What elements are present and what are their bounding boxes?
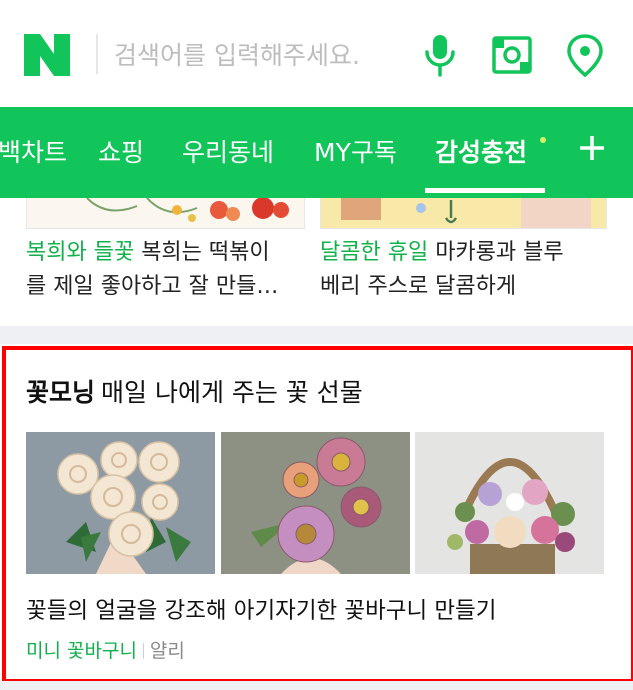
camera-lens-icon[interactable] <box>490 32 534 78</box>
section-subtitle: 매일 나에게 주는 꽃 선물 <box>101 378 363 407</box>
plus-icon[interactable] <box>574 130 610 166</box>
tab-emotion-charge[interactable]: 감성충전 <box>435 107 527 198</box>
search-header <box>0 0 633 107</box>
bottom-separator <box>0 681 633 690</box>
microphone-icon[interactable] <box>418 32 462 78</box>
tab-shopping[interactable]: 쇼핑 <box>98 107 144 198</box>
search-divider <box>96 34 98 74</box>
article-author[interactable]: 얄리 <box>150 640 185 662</box>
card-tag: 달콤한 휴일 <box>320 240 429 265</box>
section-name: 꽃모닝 <box>26 378 96 407</box>
card-text-line: 마카롱과 블루 <box>428 240 564 265</box>
article-category[interactable]: 미니 꽃바구니 <box>26 640 137 662</box>
category-nav: 백차트 쇼핑 우리동네 MY구독 감성충전 <box>0 107 633 198</box>
card-thumbnail-1[interactable] <box>26 198 305 229</box>
photo-pink-zinnias[interactable] <box>221 432 410 574</box>
card-tag: 복희와 들꽃 <box>26 240 135 265</box>
card-text-line: 를 제일 좋아하고 잘 만들… <box>26 274 279 299</box>
card-text-line: 복희는 떡볶이 <box>134 240 270 265</box>
article-meta: 미니 꽃바구니 얄리 <box>26 636 185 663</box>
photo-white-roses[interactable] <box>26 432 215 574</box>
search-input[interactable] <box>112 34 406 76</box>
meta-separator <box>142 643 144 659</box>
tab-neighborhood[interactable]: 우리동네 <box>182 107 274 198</box>
photo-flower-basket[interactable] <box>415 432 604 574</box>
card-thumbnail-2[interactable] <box>320 198 607 229</box>
card-caption-2[interactable]: 달콤한 휴일 마카롱과 블루 베리 주스로 달콤하게 <box>320 236 564 304</box>
card-text-line: 베리 주스로 달콤하게 <box>320 274 517 299</box>
article-title[interactable]: 꽃들의 얼굴을 강조해 아기자기한 꽃바구니 만들기 <box>26 593 496 625</box>
section-separator <box>0 326 633 344</box>
active-tab-indicator <box>425 188 545 193</box>
section-title[interactable]: 꽃모닝 매일 나에게 주는 꽃 선물 <box>26 373 363 409</box>
tab-chart[interactable]: 백차트 <box>0 107 67 198</box>
card-caption-1[interactable]: 복희와 들꽃 복희는 떡볶이 를 제일 좋아하고 잘 만들… <box>26 236 278 304</box>
naver-logo[interactable] <box>24 34 70 76</box>
new-badge-dot <box>540 137 546 143</box>
tab-my-subscription[interactable]: MY구독 <box>314 107 397 198</box>
location-pin-icon[interactable] <box>563 32 607 78</box>
